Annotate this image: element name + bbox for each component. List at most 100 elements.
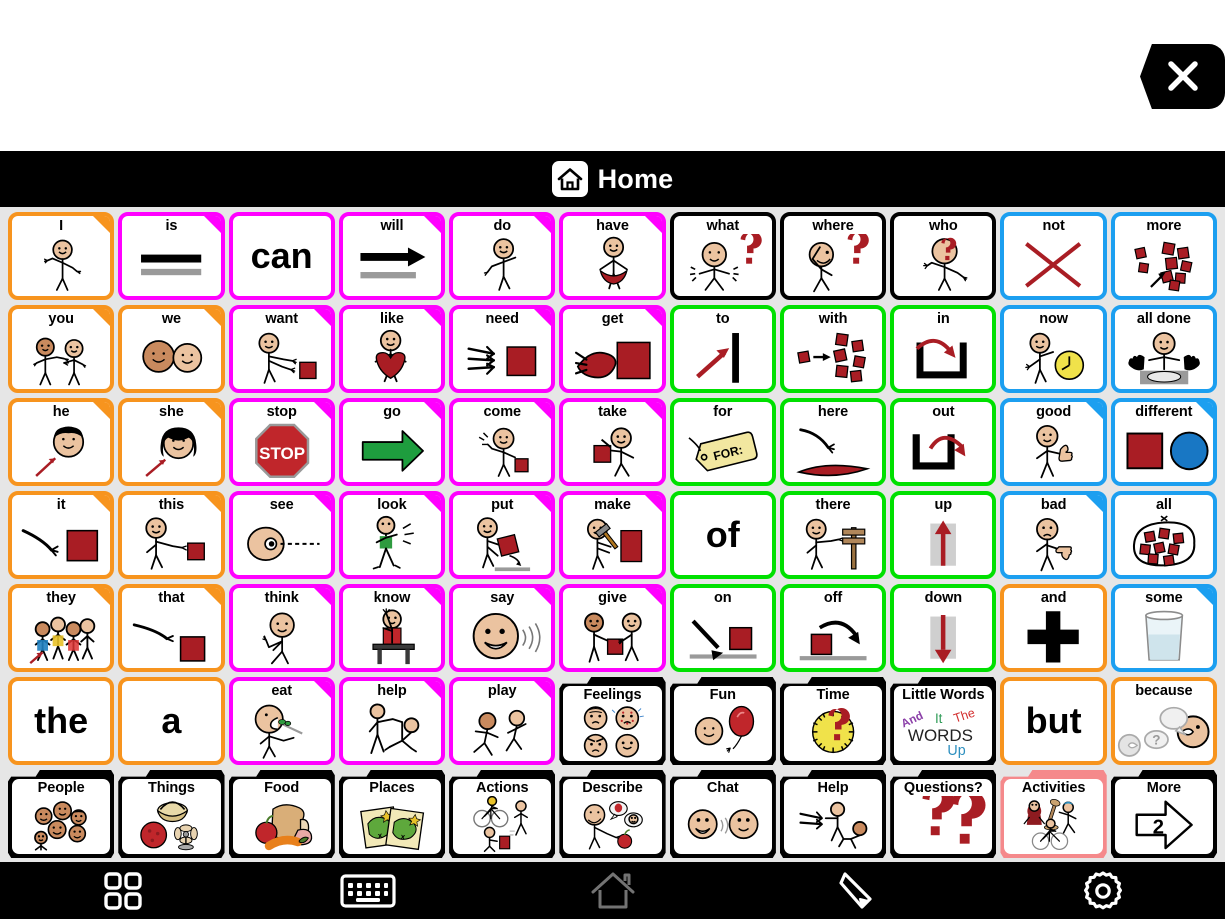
word-cell-some[interactable]: some xyxy=(1110,584,1217,672)
word-cell-can[interactable]: cancan xyxy=(228,212,335,300)
word-cell-down[interactable]: down xyxy=(890,584,997,672)
word-cell-it[interactable]: it xyxy=(8,491,115,579)
word-cell-of[interactable]: ofof xyxy=(669,491,776,579)
word-cell-here[interactable]: here xyxy=(779,398,887,486)
cell-label: all done xyxy=(1136,311,1191,327)
word-cell-we[interactable]: we xyxy=(118,305,225,393)
word-cell-all[interactable]: all xyxy=(1110,491,1217,579)
folder-cell-actions[interactable]: Actions xyxy=(449,770,556,858)
word-cell-say[interactable]: say xyxy=(449,584,556,672)
word-cell-like[interactable]: like xyxy=(338,305,446,393)
word-cell-he[interactable]: he xyxy=(8,398,115,486)
word-cell-and[interactable]: and xyxy=(1000,584,1107,672)
message-bar[interactable] xyxy=(0,0,1225,151)
word-cell-eat[interactable]: eat xyxy=(228,677,335,765)
word-cell-because[interactable]: because ? xyxy=(1110,677,1217,765)
arrow-up-icon xyxy=(894,513,992,575)
word-cell-who[interactable]: who xyxy=(890,212,997,300)
svg-text:Up: Up xyxy=(948,743,966,759)
word-cell-have[interactable]: have xyxy=(559,212,666,300)
home-chip-icon[interactable] xyxy=(551,161,588,197)
word-cell-in[interactable]: in xyxy=(890,305,997,393)
toolbar-home-button[interactable] xyxy=(490,870,735,912)
word-cell-bad[interactable]: bad xyxy=(1000,491,1107,579)
green-arrow-icon xyxy=(343,420,441,482)
word-cell-will[interactable]: will xyxy=(338,212,446,300)
word-cell-go[interactable]: go xyxy=(338,398,446,486)
folder-cell-questions[interactable]: Questions? xyxy=(890,770,997,858)
folder-cell-describe[interactable]: Describe xyxy=(559,770,666,858)
word-cell-is[interactable]: is xyxy=(118,212,225,300)
svg-text:WORDS: WORDS xyxy=(908,726,973,745)
word-cell-a[interactable]: aa xyxy=(118,677,225,765)
word-cell-make[interactable]: make xyxy=(559,491,666,579)
word-cell-there[interactable]: there xyxy=(779,491,887,579)
folder-inner: Activities xyxy=(1004,779,1103,854)
folder-inner: Describe xyxy=(563,779,662,854)
folder-cell-things[interactable]: Things xyxy=(118,770,225,858)
word-cell-she[interactable]: she xyxy=(118,398,225,486)
word-cell-take[interactable]: take xyxy=(559,398,666,486)
word-cell-out[interactable]: out xyxy=(890,398,997,486)
word-cell-up[interactable]: up xyxy=(890,491,997,579)
word-cell-know[interactable]: know xyxy=(338,584,446,672)
word-cell-for[interactable]: for FOR: xyxy=(669,398,776,486)
word-cell-more[interactable]: more xyxy=(1110,212,1217,300)
word-cell-play[interactable]: play xyxy=(449,677,556,765)
word-cell-but[interactable]: butbut xyxy=(1000,677,1107,765)
folder-cell-fun[interactable]: Fun xyxy=(669,677,776,765)
folder-cell-places[interactable]: Places x x xyxy=(338,770,446,858)
word-cell-on[interactable]: on xyxy=(669,584,776,672)
word-cell-now[interactable]: now xyxy=(1000,305,1107,393)
word-cell-want[interactable]: want xyxy=(228,305,335,393)
folder-cell-time[interactable]: Time xyxy=(779,677,887,765)
cell-label: Places xyxy=(369,780,415,796)
word-cell-not[interactable]: not xyxy=(1000,212,1107,300)
folder-cell-chat[interactable]: Chat xyxy=(669,770,776,858)
word-cell-get[interactable]: get xyxy=(559,305,666,393)
toolbar-grid-button[interactable] xyxy=(0,869,245,913)
word-cell-come[interactable]: come xyxy=(449,398,556,486)
word-cell-help[interactable]: help xyxy=(338,677,446,765)
toolbar-edit-button[interactable] xyxy=(735,869,980,913)
word-cell-look[interactable]: look xyxy=(338,491,446,579)
word-cell-to[interactable]: to xyxy=(669,305,776,393)
folder-cell-food[interactable]: Food xyxy=(228,770,335,858)
word-cell-different[interactable]: different xyxy=(1110,398,1217,486)
word-cell-i[interactable]: I xyxy=(8,212,115,300)
word-cell-good[interactable]: good xyxy=(1000,398,1107,486)
cell-label: Fun xyxy=(709,687,736,703)
folder-cell-little-words[interactable]: Little Words And It The WORDS Up xyxy=(890,677,997,765)
close-button[interactable] xyxy=(1140,44,1225,109)
word-cell-with[interactable]: with xyxy=(779,305,887,393)
cell-label: make xyxy=(594,497,631,513)
cell-label: know xyxy=(373,590,411,606)
person-looking-walk-icon xyxy=(343,513,441,575)
word-cell-put[interactable]: put xyxy=(449,491,556,579)
cell-label: we xyxy=(161,311,181,327)
word-cell-see[interactable]: see xyxy=(228,491,335,579)
word-cell-the[interactable]: thethe xyxy=(8,677,115,765)
word-cell-need[interactable]: need xyxy=(449,305,556,393)
folder-cell-people[interactable]: People xyxy=(8,770,115,858)
word-cell-stop[interactable]: stop STOP xyxy=(228,398,335,486)
word-cell-they[interactable]: they xyxy=(8,584,115,672)
word-cell-what[interactable]: what xyxy=(669,212,776,300)
word-cell-off[interactable]: off xyxy=(779,584,887,672)
word-cell-where[interactable]: where xyxy=(779,212,887,300)
word-cell-that[interactable]: that xyxy=(118,584,225,672)
word-cell-give[interactable]: give xyxy=(559,584,666,672)
folder-cell-more[interactable]: More 2 xyxy=(1110,770,1217,858)
cell-label: on xyxy=(714,590,732,606)
word-cell-you[interactable]: you xyxy=(8,305,115,393)
folder-cell-help[interactable]: Help xyxy=(779,770,887,858)
word-cell-think[interactable]: think xyxy=(228,584,335,672)
folder-cell-activities[interactable]: Activities xyxy=(1000,770,1107,858)
folder-cell-feelings[interactable]: Feelings xyxy=(559,677,666,765)
word-cell-this[interactable]: this xyxy=(118,491,225,579)
word-cell-all-done[interactable]: all done xyxy=(1110,305,1217,393)
eye-sight-line-icon xyxy=(233,513,331,575)
word-cell-do[interactable]: do xyxy=(449,212,556,300)
toolbar-keyboard-button[interactable] xyxy=(245,871,490,911)
toolbar-settings-button[interactable] xyxy=(980,869,1225,913)
